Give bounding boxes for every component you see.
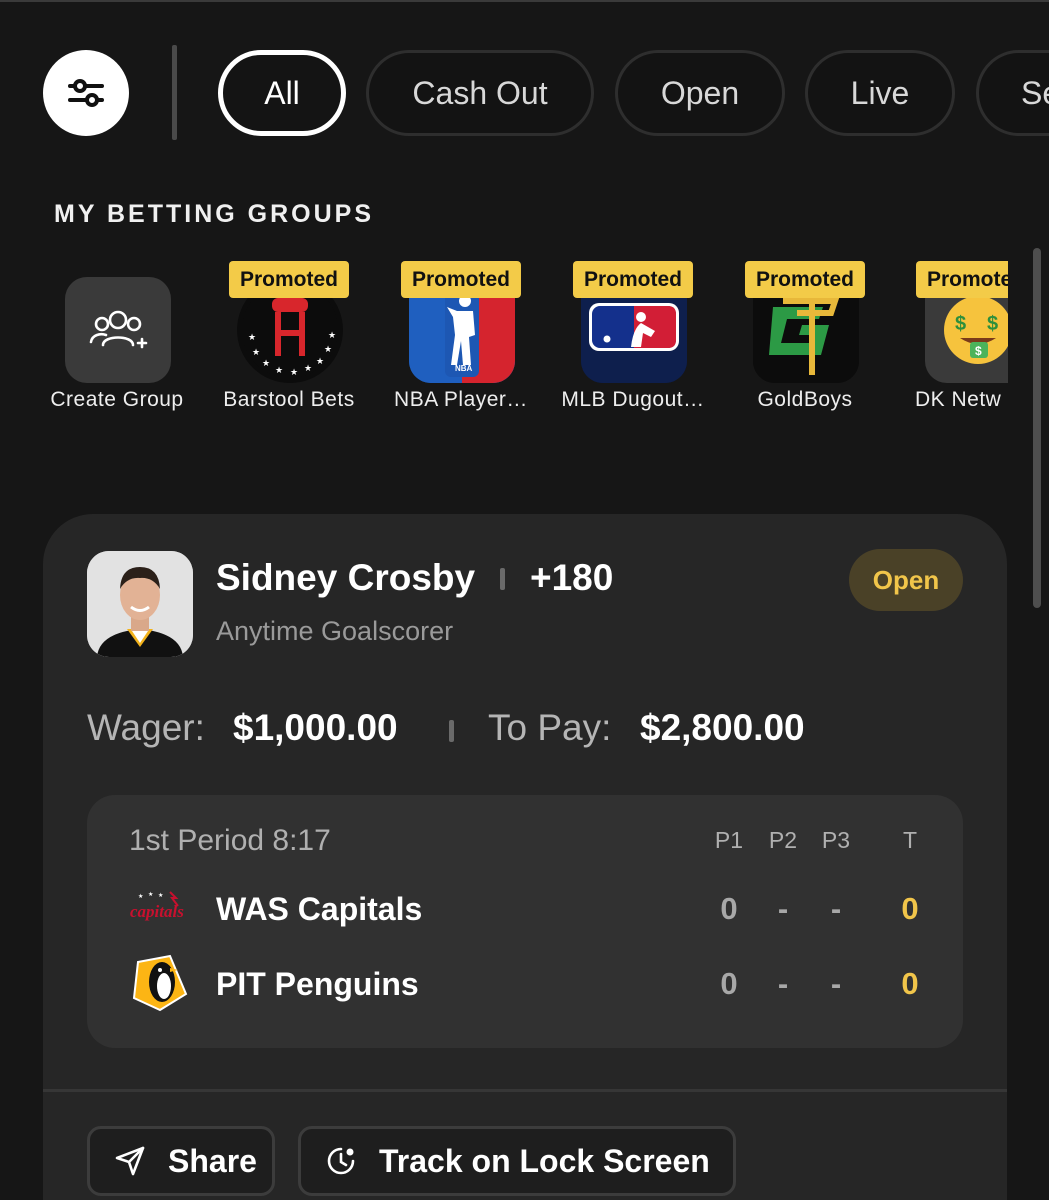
group-label: Barstool Bets	[223, 388, 355, 411]
promoted-badge: Promote	[916, 261, 1008, 298]
to-pay-amount: $2,800.00	[640, 707, 805, 748]
svg-text:★: ★	[138, 893, 143, 900]
score-p2: -	[777, 891, 789, 926]
svg-text:★: ★	[148, 891, 153, 898]
bet-card[interactable]: Sidney Crosby +180 Anytime Goalscorer Op…	[43, 514, 1007, 1200]
status-badge: Open	[849, 549, 963, 611]
chip-partial[interactable]: Se	[976, 50, 1049, 136]
separator	[500, 568, 505, 590]
promoted-badge: Promoted	[228, 261, 350, 298]
svg-text:★: ★	[316, 357, 324, 367]
bet-odds: +180	[530, 557, 614, 598]
player-avatar	[87, 551, 193, 657]
bet-market: Anytime Goalscorer	[216, 616, 454, 646]
score-total: 0	[901, 891, 919, 926]
separator	[449, 720, 454, 742]
svg-text:$: $	[987, 313, 998, 335]
scrollbar-thumb[interactable]	[1033, 248, 1041, 608]
column-header: T	[902, 827, 918, 853]
chip-all[interactable]: All	[218, 50, 346, 136]
sliders-icon	[68, 79, 104, 107]
filter-settings-button[interactable]	[43, 50, 129, 136]
svg-text:★: ★	[262, 359, 270, 369]
wager-amount: $1,000.00	[233, 707, 398, 748]
svg-text:★: ★	[290, 368, 298, 378]
score-total: 0	[901, 966, 919, 1001]
column-header: P1	[714, 827, 744, 853]
score-p3: -	[830, 966, 842, 1001]
svg-text:$: $	[975, 344, 982, 358]
score-p1: 0	[720, 966, 738, 1001]
team-name: PIT Penguins	[216, 966, 419, 1002]
svg-text:★: ★	[158, 892, 163, 899]
svg-text:$: $	[955, 313, 966, 335]
capitals-logo: capitals ★ ★ ★	[127, 878, 195, 938]
promoted-badge: Promoted	[744, 261, 866, 298]
group-label: DK Netw	[915, 388, 1002, 411]
share-button[interactable]: Share	[87, 1126, 275, 1196]
svg-text:★: ★	[304, 364, 312, 374]
game-period: 1st Period 8:17	[129, 824, 331, 857]
svg-text:★: ★	[328, 331, 336, 341]
scoreboard: 1st Period 8:17 P1 P2 P3 T capitals ★ ★ ★ …	[87, 795, 963, 1048]
svg-text:★: ★	[324, 345, 332, 355]
svg-text:NBA: NBA	[455, 364, 473, 373]
column-header: P3	[821, 827, 851, 853]
promoted-badge: Promoted	[400, 261, 522, 298]
column-header: P2	[768, 827, 798, 853]
score-p1: 0	[720, 891, 738, 926]
card-divider	[43, 1089, 1007, 1092]
chip-live[interactable]: Live	[805, 50, 955, 136]
group-label: GoldBoys	[757, 388, 853, 411]
send-icon	[114, 1145, 146, 1177]
groups-row: Create Group Promoted ★ ★ ★ ★ ★ ★ ★ ★ ★ Barstoo…	[30, 255, 1008, 425]
wager-label: Wager:	[87, 707, 205, 748]
create-group-icon	[65, 277, 171, 383]
score-p3: -	[830, 891, 842, 926]
player-name: Sidney Crosby	[216, 557, 476, 598]
promoted-badge: Promoted	[572, 261, 694, 298]
groups-title: MY BETTING GROUPS	[54, 200, 375, 228]
group-label: Create Group	[50, 388, 184, 411]
score-p2: -	[777, 966, 789, 1001]
penguins-logo	[127, 953, 195, 1013]
svg-text:★: ★	[275, 366, 283, 376]
svg-text:★: ★	[248, 333, 256, 343]
track-lock-screen-button[interactable]: Track on Lock Screen	[298, 1126, 736, 1196]
track-label: Track on Lock Screen	[379, 1142, 710, 1179]
chip-cash-out[interactable]: Cash Out	[366, 50, 594, 136]
to-pay-label: To Pay:	[488, 707, 612, 748]
team-name: WAS Capitals	[216, 891, 423, 927]
chip-open[interactable]: Open	[615, 50, 785, 136]
live-activity-icon	[325, 1145, 357, 1177]
share-label: Share	[168, 1142, 257, 1179]
svg-text:★: ★	[252, 348, 260, 358]
group-label: MLB Dugout…	[561, 388, 705, 411]
group-label: NBA Player…	[394, 388, 528, 411]
filter-bar: All Cash Out Open Live Se	[0, 0, 1049, 185]
filter-divider	[172, 45, 177, 140]
